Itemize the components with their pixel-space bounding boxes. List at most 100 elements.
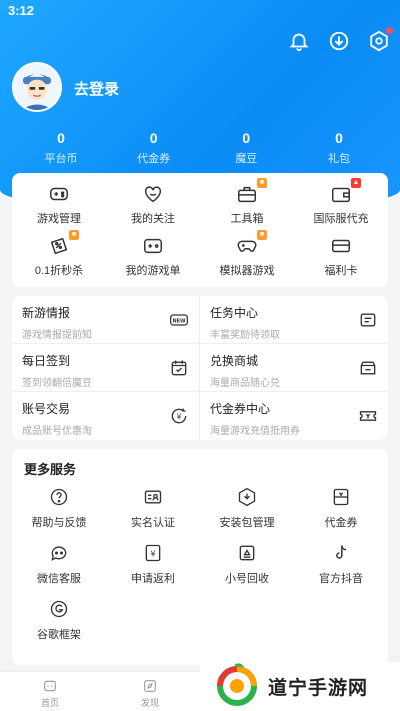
service-google-framework[interactable]: 谷歌框架 bbox=[12, 595, 106, 651]
wallet-icon: ▲ bbox=[330, 178, 361, 205]
shop-icon bbox=[358, 358, 378, 378]
quick-item-flash-sale[interactable]: ■ 0.1折秒杀 bbox=[12, 225, 106, 277]
help-icon bbox=[49, 487, 69, 507]
yen-exchange-icon: ¥ bbox=[169, 406, 189, 426]
stat-label: 平台币 bbox=[44, 153, 78, 165]
game-list-icon bbox=[142, 235, 164, 257]
google-icon bbox=[49, 599, 69, 619]
info-item-daily-checkin[interactable]: 每日签到 签到领翻倍魔豆 bbox=[12, 344, 200, 392]
heart-icon bbox=[142, 183, 164, 205]
info-subtitle: 游戏情报提前知 bbox=[22, 330, 92, 341]
service-help-feedback[interactable]: 帮助与反馈 bbox=[12, 483, 106, 539]
stat-platform-coin[interactable]: 0 平台币 bbox=[26, 130, 96, 166]
new-badge: ■ bbox=[257, 178, 267, 188]
quick-item-toolbox[interactable]: ■ 工具箱 bbox=[200, 173, 294, 225]
discount-icon: ■ bbox=[48, 230, 79, 257]
service-real-name-auth[interactable]: 实名认证 bbox=[106, 483, 200, 539]
info-subtitle: 海量商品随心兑 bbox=[210, 378, 280, 389]
id-card-icon bbox=[143, 487, 163, 507]
stat-voucher[interactable]: 0 代金券 bbox=[119, 130, 189, 166]
quick-item-label: 游戏管理 bbox=[37, 213, 81, 225]
quick-actions-card: 游戏管理 我的关注 ■ 工具箱 ▲ 国际服代充 ■ 0.1折秒杀 我的游戏单 ■… bbox=[12, 173, 388, 287]
info-item-account-trade[interactable]: 账号交易 成品账号优惠淘 ¥ bbox=[12, 392, 200, 440]
service-label: 微信客服 bbox=[37, 573, 81, 585]
info-title: 代金券中心 bbox=[210, 402, 271, 416]
info-subtitle: 丰富奖励待领取 bbox=[210, 330, 280, 341]
service-label: 帮助与反馈 bbox=[31, 517, 87, 529]
watermark: 道宁手游网 bbox=[200, 662, 400, 711]
new-badge: ■ bbox=[257, 230, 267, 240]
quick-item-my-game-list[interactable]: 我的游戏单 bbox=[106, 225, 200, 277]
quick-item-intl-recharge[interactable]: ▲ 国际服代充 bbox=[294, 173, 388, 225]
svg-text:NEW: NEW bbox=[172, 319, 186, 325]
calendar-icon bbox=[169, 358, 189, 378]
quick-item-label: 我的游戏单 bbox=[125, 265, 181, 277]
service-label: 官方抖音 bbox=[319, 573, 363, 585]
quick-item-game-management[interactable]: 游戏管理 bbox=[12, 173, 106, 225]
info-subtitle: 海量游戏充值抵用券 bbox=[210, 426, 300, 437]
nav-label: 首页 bbox=[40, 698, 59, 708]
info-item-voucher-center[interactable]: 代金券中心 海量游戏充值抵用券 bbox=[200, 392, 388, 440]
stat-value: 0 bbox=[149, 130, 158, 146]
bell-icon[interactable] bbox=[288, 30, 310, 52]
stat-gift-pack[interactable]: 0 礼包 bbox=[304, 130, 374, 166]
stat-magic-bean[interactable]: 0 魔豆 bbox=[211, 130, 281, 166]
nav-home[interactable]: 首页 bbox=[0, 672, 100, 711]
stat-value: 0 bbox=[57, 130, 65, 146]
quick-item-label: 福利卡 bbox=[324, 265, 358, 277]
top-toolbar bbox=[288, 27, 393, 52]
download-icon[interactable] bbox=[328, 30, 350, 52]
quick-item-label: 模拟器游戏 bbox=[219, 265, 275, 277]
package-icon bbox=[237, 487, 257, 507]
service-official-tiktok[interactable]: 官方抖音 bbox=[294, 539, 388, 595]
service-label: 申请返利 bbox=[131, 573, 175, 585]
stat-value: 0 bbox=[242, 130, 251, 146]
service-account-recycle[interactable]: 小号回收 bbox=[200, 539, 294, 595]
svg-text:¥: ¥ bbox=[150, 548, 155, 558]
service-package-manager[interactable]: 安装包管理 bbox=[200, 483, 294, 539]
rebate-icon: ¥ bbox=[143, 543, 163, 563]
notification-dot bbox=[386, 27, 393, 34]
info-title: 账号交易 bbox=[22, 402, 71, 416]
settings-icon[interactable] bbox=[368, 27, 393, 52]
info-subtitle: 成品账号优惠淘 bbox=[22, 426, 92, 437]
stats-row: 0 平台币 0 代金券 0 魔豆 0 礼包 bbox=[26, 130, 374, 166]
service-wechat-support[interactable]: 微信客服 bbox=[12, 539, 106, 595]
quick-item-my-follows[interactable]: 我的关注 bbox=[106, 173, 200, 225]
quick-item-label: 国际服代充 bbox=[313, 213, 369, 225]
service-apply-rebate[interactable]: ¥ 申请返利 bbox=[106, 539, 200, 595]
info-title: 任务中心 bbox=[210, 306, 259, 320]
discover-icon bbox=[144, 680, 156, 692]
more-services-card: 更多服务 帮助与反馈 实名认证 安装包管理 代金券 微信客服 ¥ 申请返利 小号… bbox=[12, 449, 388, 665]
watermark-text: 道宁手游网 bbox=[268, 678, 369, 699]
watermark-logo-icon bbox=[217, 662, 257, 706]
login-link[interactable]: 去登录 bbox=[74, 78, 119, 99]
info-subtitle: 签到领翻倍魔豆 bbox=[22, 378, 92, 389]
info-item-task-center[interactable]: 任务中心 丰富奖励待领取 bbox=[200, 296, 388, 344]
quick-item-emulator-games[interactable]: ■ 模拟器游戏 bbox=[200, 225, 294, 277]
info-title: 新游情报 bbox=[22, 306, 71, 320]
info-title: 兑换商城 bbox=[210, 354, 259, 368]
quick-item-label: 0.1折秒杀 bbox=[34, 265, 84, 277]
voucher-icon bbox=[331, 487, 351, 507]
info-item-new-game-news[interactable]: 新游情报 游戏情报提前知 NEW bbox=[12, 296, 200, 344]
new-icon: NEW bbox=[169, 310, 189, 330]
service-label: 谷歌框架 bbox=[37, 629, 81, 641]
info-item-exchange-mall[interactable]: 兑换商城 海量商品随心兑 bbox=[200, 344, 388, 392]
svg-text:¥: ¥ bbox=[177, 412, 182, 421]
service-voucher[interactable]: 代金券 bbox=[294, 483, 388, 539]
nav-discover[interactable]: 发现 bbox=[100, 672, 200, 711]
avatar[interactable] bbox=[12, 62, 62, 112]
section-title: 更多服务 bbox=[24, 462, 77, 477]
service-label: 安装包管理 bbox=[219, 517, 275, 529]
toolbox-icon: ■ bbox=[236, 178, 267, 205]
stat-label: 代金券 bbox=[137, 153, 171, 165]
info-card: 新游情报 游戏情报提前知 NEW 任务中心 丰富奖励待领取 每日签到 签到领翻倍… bbox=[12, 296, 388, 440]
status-time: 3:12 bbox=[8, 3, 35, 18]
home-icon bbox=[44, 680, 56, 692]
quick-item-label: 工具箱 bbox=[230, 213, 264, 225]
recycle-icon bbox=[237, 543, 257, 563]
new-badge: ■ bbox=[69, 230, 79, 240]
quick-item-welfare-card[interactable]: 福利卡 bbox=[294, 225, 388, 277]
emulator-icon: ■ bbox=[236, 230, 267, 257]
